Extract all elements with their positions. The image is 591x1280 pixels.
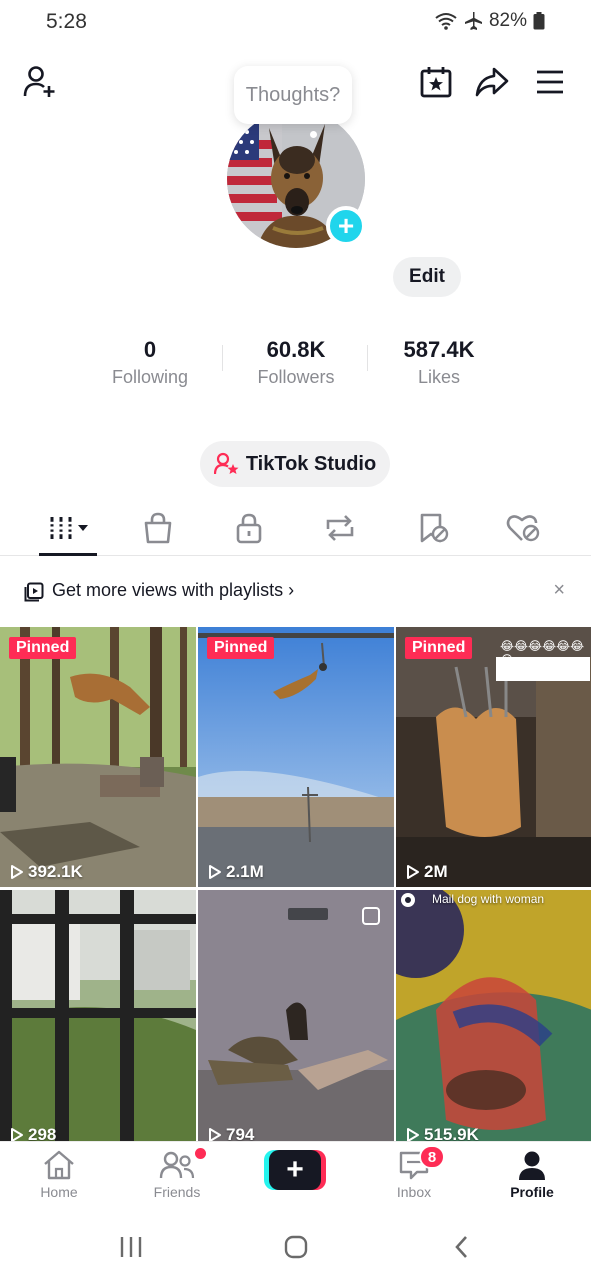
nav-home-label: Home (40, 1184, 78, 1200)
thoughts-bubble[interactable]: Thoughts? (234, 66, 352, 124)
share-arrow-icon (475, 67, 509, 97)
create-button[interactable]: + (264, 1150, 326, 1190)
thoughts-placeholder: Thoughts? (245, 83, 341, 106)
video-tile[interactable]: Pinned 😂😂😂😂😂😂😂 2M (396, 627, 591, 887)
video-tile[interactable]: Pinned 392.1K (0, 627, 196, 887)
edit-profile-button[interactable]: Edit (393, 257, 461, 297)
bottom-navigation: Home Friends + Inbox 8 Profile (0, 1141, 591, 1210)
stat-label: Likes (417, 367, 461, 387)
recent-apps-button[interactable] (111, 1232, 151, 1262)
play-icon (11, 865, 23, 879)
nav-home[interactable]: Home (9, 1150, 109, 1206)
playlist-icon (24, 582, 44, 602)
repost-icon (326, 515, 354, 541)
add-story-button[interactable]: + (326, 206, 366, 246)
video-thumbnail (396, 890, 591, 1143)
home-circle-icon (284, 1235, 308, 1259)
home-system-button[interactable] (276, 1232, 316, 1262)
video-grid: Pinned 392.1K Pinned 2.1M Pinned � (0, 627, 591, 1143)
calendar-star-icon (420, 67, 452, 98)
play-icon (209, 865, 221, 879)
back-chevron-icon (455, 1236, 467, 1258)
tiktok-studio-label: TikTok Studio (245, 452, 377, 475)
profile-icon (519, 1151, 545, 1180)
video-thumbnail (198, 890, 394, 1143)
view-count: 2M (406, 862, 448, 882)
stat-likes[interactable]: 587.4K Likes (369, 337, 509, 389)
video-caption: Mail dog with woman (432, 892, 545, 906)
stat-divider (222, 345, 223, 371)
nav-profile-label: Profile (510, 1184, 554, 1200)
plus-icon: + (269, 1150, 321, 1190)
close-banner-button[interactable]: × (553, 579, 565, 602)
battery-percent: 82% (488, 10, 527, 31)
tiktok-studio-button[interactable]: TikTok Studio (200, 441, 390, 487)
tab-favorites[interactable] (393, 500, 473, 556)
hamburger-menu-icon (537, 70, 563, 94)
liked-hidden-icon (506, 515, 540, 542)
stat-divider (367, 345, 368, 371)
tab-shop[interactable] (118, 500, 198, 556)
view-count: 392.1K (10, 862, 83, 882)
videos-grid-icon (50, 517, 88, 539)
video-tile[interactable]: 794 (198, 890, 394, 1143)
stat-followers[interactable]: 60.8K Followers (226, 337, 366, 389)
battery-icon (533, 12, 545, 30)
add-friend-button[interactable] (20, 62, 60, 102)
playlist-banner[interactable]: Get more views with playlists › × (0, 571, 591, 611)
airplane-icon (464, 12, 482, 30)
nav-inbox[interactable]: Inbox (364, 1150, 464, 1206)
status-bar: 5:28 82% (0, 0, 591, 46)
stat-value: 60.8K (266, 337, 326, 362)
tab-private[interactable] (209, 500, 289, 556)
emoji-overlay: 😂😂😂😂😂😂😂 (500, 639, 585, 667)
view-count: 2.1M (208, 862, 264, 882)
inbox-badge: 8 (419, 1145, 445, 1169)
playlist-banner-text: Get more views with playlists › (52, 580, 295, 600)
stat-label: Followers (257, 367, 335, 387)
profile-tabs (0, 500, 591, 556)
status-time: 5:28 (46, 10, 87, 33)
nav-friends-label: Friends (153, 1184, 201, 1200)
video-tile[interactable]: Mail dog with woman 515.9K (396, 890, 591, 1143)
play-icon (407, 865, 419, 879)
thoughts-bubble-tail (310, 131, 317, 138)
stat-value: 0 (143, 337, 157, 362)
pinned-badge: Pinned (9, 637, 77, 659)
stat-value: 587.4K (403, 337, 475, 362)
home-icon (44, 1150, 74, 1180)
creator-star-icon (213, 452, 239, 475)
tab-reposts[interactable] (300, 500, 380, 556)
add-user-icon (23, 66, 55, 97)
wifi-icon (435, 13, 457, 30)
menu-button[interactable] (530, 62, 570, 102)
video-thumbnail (0, 627, 196, 887)
share-profile-button[interactable] (472, 62, 512, 102)
tab-liked[interactable] (483, 500, 563, 556)
video-thumbnail (0, 890, 196, 1143)
stat-label: Following (111, 367, 189, 387)
status-icons: 82% (435, 10, 545, 32)
creator-calendar-button[interactable] (416, 62, 456, 102)
friends-notification-dot (195, 1148, 206, 1159)
pinned-badge: Pinned (405, 637, 473, 659)
shop-bag-icon (144, 512, 172, 544)
stat-following[interactable]: 0 Following (80, 337, 220, 389)
active-tab-indicator (39, 553, 97, 556)
nav-profile[interactable]: Profile (482, 1150, 582, 1206)
nav-inbox-label: Inbox (396, 1184, 432, 1200)
system-navigation (0, 1210, 591, 1280)
favorites-hidden-icon (420, 513, 449, 543)
nav-friends[interactable]: Friends (127, 1150, 227, 1206)
lock-icon (236, 513, 262, 544)
friends-icon (159, 1151, 195, 1179)
recent-apps-icon (120, 1237, 142, 1257)
pinned-badge: Pinned (207, 637, 275, 659)
video-tile[interactable]: 298 (0, 890, 196, 1143)
video-thumbnail (198, 627, 394, 887)
tab-videos[interactable] (30, 500, 110, 556)
video-tile[interactable]: Pinned 2.1M (198, 627, 394, 887)
back-system-button[interactable] (442, 1232, 482, 1262)
